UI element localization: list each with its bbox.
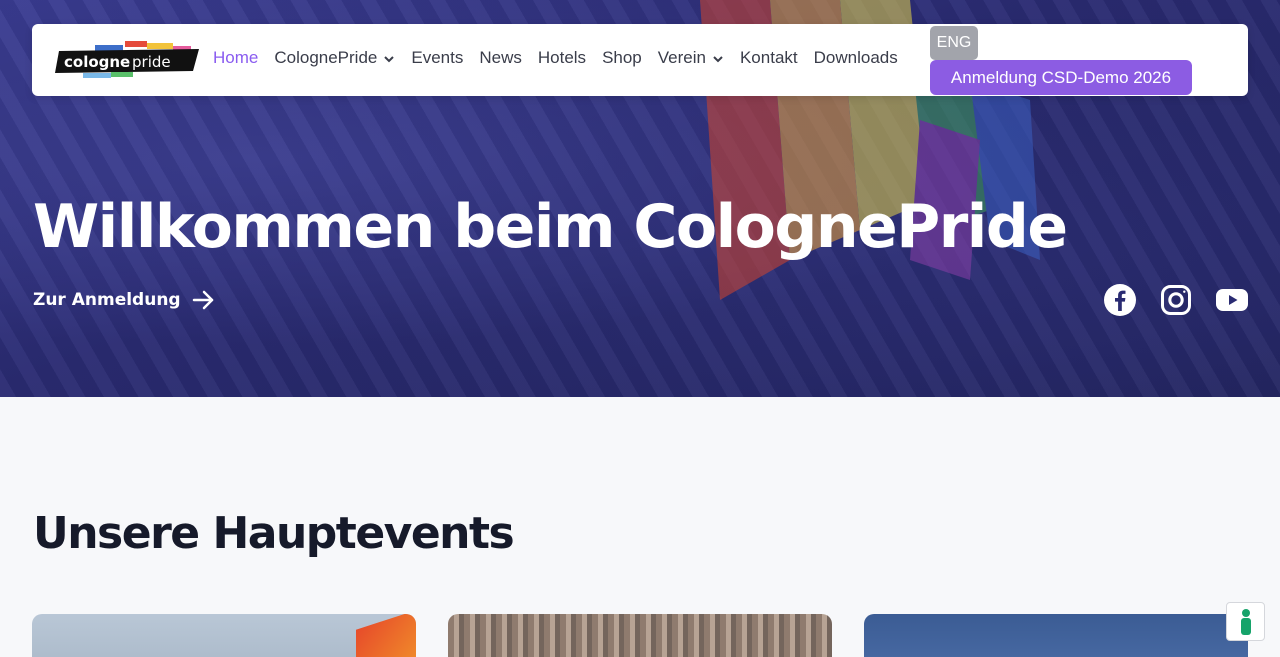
nav-events[interactable]: Events xyxy=(411,48,463,68)
nav-colognepride[interactable]: ColognePride xyxy=(274,48,395,68)
nav-hotels[interactable]: Hotels xyxy=(538,48,586,68)
facebook-icon[interactable] xyxy=(1104,284,1136,316)
svg-text:cologne: cologne xyxy=(64,53,130,71)
social-links xyxy=(1104,284,1248,316)
registration-cta-button[interactable]: Anmeldung CSD-Demo 2026 xyxy=(930,60,1192,95)
accessibility-button[interactable] xyxy=(1226,602,1265,641)
registration-link[interactable]: Zur Anmeldung xyxy=(33,288,215,312)
event-card[interactable] xyxy=(448,614,832,657)
language-switch-button[interactable]: ENG xyxy=(930,26,978,60)
nav-downloads-label: Downloads xyxy=(813,48,898,67)
nav-colognepride-label: ColognePride xyxy=(274,48,378,67)
chevron-down-icon xyxy=(713,56,723,63)
instagram-icon[interactable] xyxy=(1160,284,1192,316)
nav-news-label: News xyxy=(479,48,522,67)
arrow-right-icon xyxy=(192,290,213,310)
nav-verein-label: Verein xyxy=(657,48,706,67)
accessibility-person-icon xyxy=(1240,608,1251,635)
nav-shop[interactable]: Shop xyxy=(602,48,642,68)
nav-downloads[interactable]: Downloads xyxy=(814,48,898,68)
colognepride-logo[interactable]: cologne pride xyxy=(55,41,199,79)
svg-text:pride: pride xyxy=(132,53,171,71)
nav-home[interactable]: Home xyxy=(213,48,258,68)
chevron-down-icon xyxy=(384,56,395,63)
registration-link-label: Zur Anmeldung xyxy=(33,290,181,310)
main-navbar: cologne pride Home ColognePride Events N… xyxy=(32,24,1248,96)
section-title-main-events: Unsere Hauptevents xyxy=(33,508,515,559)
youtube-icon[interactable] xyxy=(1216,284,1248,316)
nav-events-label: Events xyxy=(411,48,464,67)
nav-home-label: Home xyxy=(213,48,259,67)
nav-news[interactable]: News xyxy=(479,48,522,68)
nav-kontakt[interactable]: Kontakt xyxy=(740,48,798,68)
nav-shop-label: Shop xyxy=(602,48,642,67)
event-card[interactable] xyxy=(864,614,1248,657)
nav-menu: Home ColognePride Events News Hotels Sho… xyxy=(213,48,914,68)
nav-hotels-label: Hotels xyxy=(537,48,587,67)
event-card[interactable] xyxy=(32,614,416,657)
nav-kontakt-label: Kontakt xyxy=(739,48,798,67)
card-image xyxy=(356,614,416,657)
nav-verein[interactable]: Verein xyxy=(658,48,724,68)
hero-title: Willkommen beim ColognePride xyxy=(33,192,1068,262)
